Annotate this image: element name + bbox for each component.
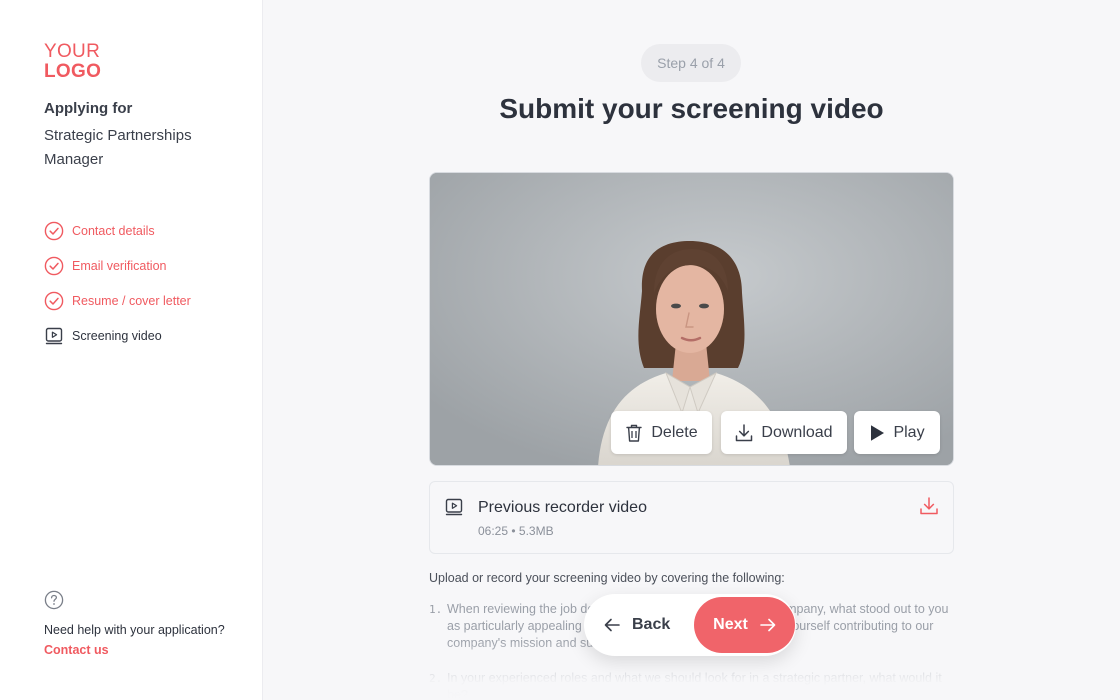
play-icon xyxy=(871,424,885,441)
step-screening-video[interactable]: Screening video xyxy=(44,318,191,353)
video-icon xyxy=(44,326,64,346)
step-indicator: Step 4 of 4 xyxy=(641,44,741,82)
job-title: Strategic Partnerships Manager xyxy=(44,127,192,168)
video-icon xyxy=(444,497,464,522)
question-number: 1. xyxy=(429,603,443,616)
help-message: Need help with your application? xyxy=(44,623,225,637)
download-label: Download xyxy=(761,423,833,441)
previous-video-title: Previous recorder video xyxy=(478,499,647,516)
question-circle-icon xyxy=(44,590,64,610)
trash-icon xyxy=(626,424,643,442)
application-steps: Contact details Email verification Resum… xyxy=(44,213,191,353)
step-label: Resume / cover letter xyxy=(72,293,191,308)
main-content: Step 4 of 4 Submit your screening video xyxy=(263,0,1120,700)
video-preview[interactable]: Delete Download Play xyxy=(429,172,954,466)
download-video-button[interactable]: Download xyxy=(721,411,847,454)
delete-video-button[interactable]: Delete xyxy=(611,411,712,454)
question-number: 2. xyxy=(429,672,443,685)
previous-video-meta: 06:25 • 5.3MB xyxy=(478,524,554,538)
play-video-button[interactable]: Play xyxy=(854,411,940,454)
instructions-text: Upload or record your screening video by… xyxy=(429,571,785,585)
list-item: 2. In your experienced roles and what we… xyxy=(429,670,954,700)
back-label: Back xyxy=(632,616,671,633)
arrow-left-icon xyxy=(604,618,620,632)
navigation-bar: Back Next xyxy=(584,594,796,656)
arrow-right-icon xyxy=(760,618,776,632)
previous-video-card[interactable]: Previous recorder video 06:25 • 5.3MB xyxy=(429,481,954,554)
play-label: Play xyxy=(893,423,925,441)
step-resume-cover-letter[interactable]: Resume / cover letter xyxy=(44,283,191,318)
step-label: Email verification xyxy=(72,258,167,273)
logo-line-1: YOUR xyxy=(44,41,101,62)
check-circle-icon xyxy=(44,221,64,241)
sidebar: YOUR LOGO Applying for Strategic Partner… xyxy=(0,0,263,700)
page-title: Submit your screening video xyxy=(499,93,884,124)
applying-for-label: Applying for xyxy=(44,100,133,117)
download-icon xyxy=(736,423,753,441)
contact-us-link[interactable]: Contact us xyxy=(44,643,109,657)
next-button[interactable]: Next xyxy=(694,597,795,653)
download-previous-video-icon[interactable] xyxy=(919,496,939,521)
check-circle-icon xyxy=(44,256,64,276)
help-section: Need help with your application? Contact… xyxy=(44,590,244,660)
help-text: Need help with your application? Contact… xyxy=(44,620,244,660)
next-label: Next xyxy=(713,616,748,633)
step-contact-details[interactable]: Contact details xyxy=(44,213,191,248)
step-label: Contact details xyxy=(72,223,155,238)
back-button[interactable]: Back xyxy=(604,594,670,656)
check-circle-icon xyxy=(44,291,64,311)
question-text: In your experienced roles and what we sh… xyxy=(447,671,942,700)
step-email-verification[interactable]: Email verification xyxy=(44,248,191,283)
delete-label: Delete xyxy=(651,423,698,441)
step-label: Screening video xyxy=(72,328,162,343)
company-logo: YOUR LOGO xyxy=(44,42,101,82)
logo-line-2: LOGO xyxy=(44,61,102,82)
